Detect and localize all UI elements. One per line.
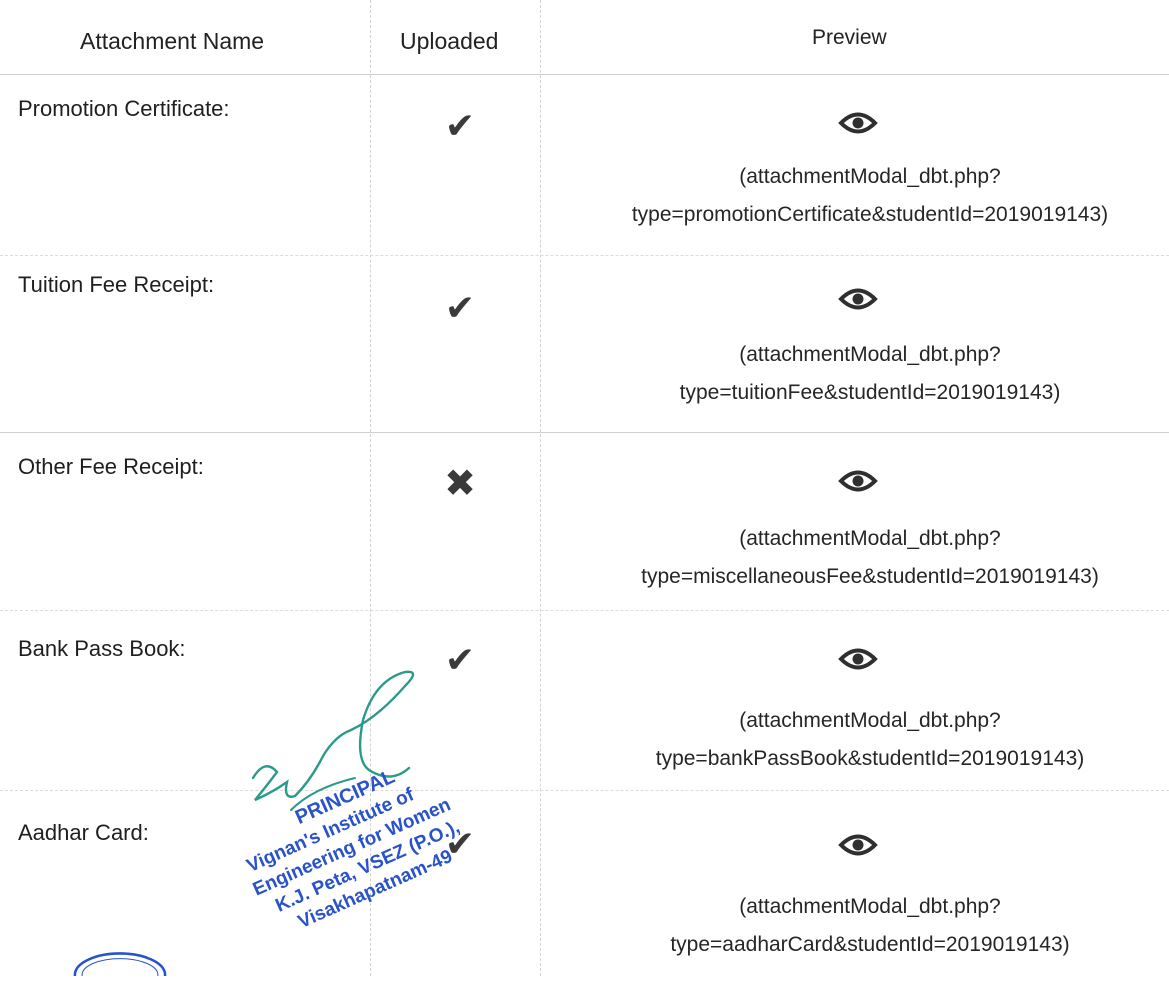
preview-link-line2: type=miscellaneousFee&studentId=20190191…: [641, 565, 1099, 588]
header-preview: Preview: [812, 26, 887, 49]
attachments-page: Attachment Name Uploaded Preview Promoti…: [0, 0, 1169, 976]
preview-link[interactable]: (attachmentModal_dbt.php? type=promotion…: [560, 158, 1169, 234]
preview-link[interactable]: (attachmentModal_dbt.php? type=aadharCar…: [560, 888, 1169, 964]
preview-link-line2: type=promotionCertificate&studentId=2019…: [631, 203, 1109, 226]
preview-link[interactable]: (attachmentModal_dbt.php? type=tuitionFe…: [560, 336, 1169, 412]
attachment-name: Aadhar Card:: [18, 820, 149, 845]
attachment-name: Other Fee Receipt:: [18, 454, 204, 479]
eye-icon[interactable]: [838, 466, 878, 496]
row-divider: [0, 74, 1169, 75]
attachment-name: Promotion Certificate:: [18, 96, 230, 121]
table-row: Promotion Certificate: ✔ (attachmentModa…: [0, 96, 1169, 266]
check-icon: ✔: [444, 105, 476, 146]
attachment-name: Tuition Fee Receipt:: [18, 272, 215, 297]
table-row: Other Fee Receipt: ✖ (attachmentModal_db…: [0, 454, 1169, 624]
table-row: Tuition Fee Receipt: ✔ (attachmentModal_…: [0, 272, 1169, 442]
table-row: Bank Pass Book: ✔ (attachmentModal_dbt.p…: [0, 636, 1169, 806]
preview-link-line1: (attachmentModal_dbt.php?: [739, 527, 1001, 550]
eye-icon[interactable]: [838, 108, 878, 138]
attachment-name: Bank Pass Book:: [18, 636, 186, 661]
preview-link[interactable]: (attachmentModal_dbt.php? type=miscellan…: [560, 520, 1169, 596]
preview-link-line2: type=bankPassBook&studentId=2019019143): [655, 747, 1085, 770]
preview-link-line1: (attachmentModal_dbt.php?: [739, 165, 1001, 188]
round-seal: [73, 952, 167, 976]
preview-link-line1: (attachmentModal_dbt.php?: [739, 895, 1001, 918]
preview-link[interactable]: (attachmentModal_dbt.php? type=bankPassB…: [560, 702, 1169, 778]
preview-link-line1: (attachmentModal_dbt.php?: [739, 343, 1001, 366]
eye-icon[interactable]: [838, 284, 878, 314]
preview-link-line1: (attachmentModal_dbt.php?: [739, 709, 1001, 732]
cross-icon: ✖: [444, 463, 476, 505]
eye-icon[interactable]: [838, 830, 878, 860]
principal-stamp: PRINCIPAL Vignan's Institute of Engineer…: [244, 670, 463, 933]
check-icon: ✔: [444, 287, 476, 328]
preview-link-line2: type=aadharCard&studentId=2019019143): [670, 933, 1070, 956]
eye-icon[interactable]: [838, 644, 878, 674]
preview-link-line2: type=tuitionFee&studentId=2019019143): [679, 381, 1061, 404]
